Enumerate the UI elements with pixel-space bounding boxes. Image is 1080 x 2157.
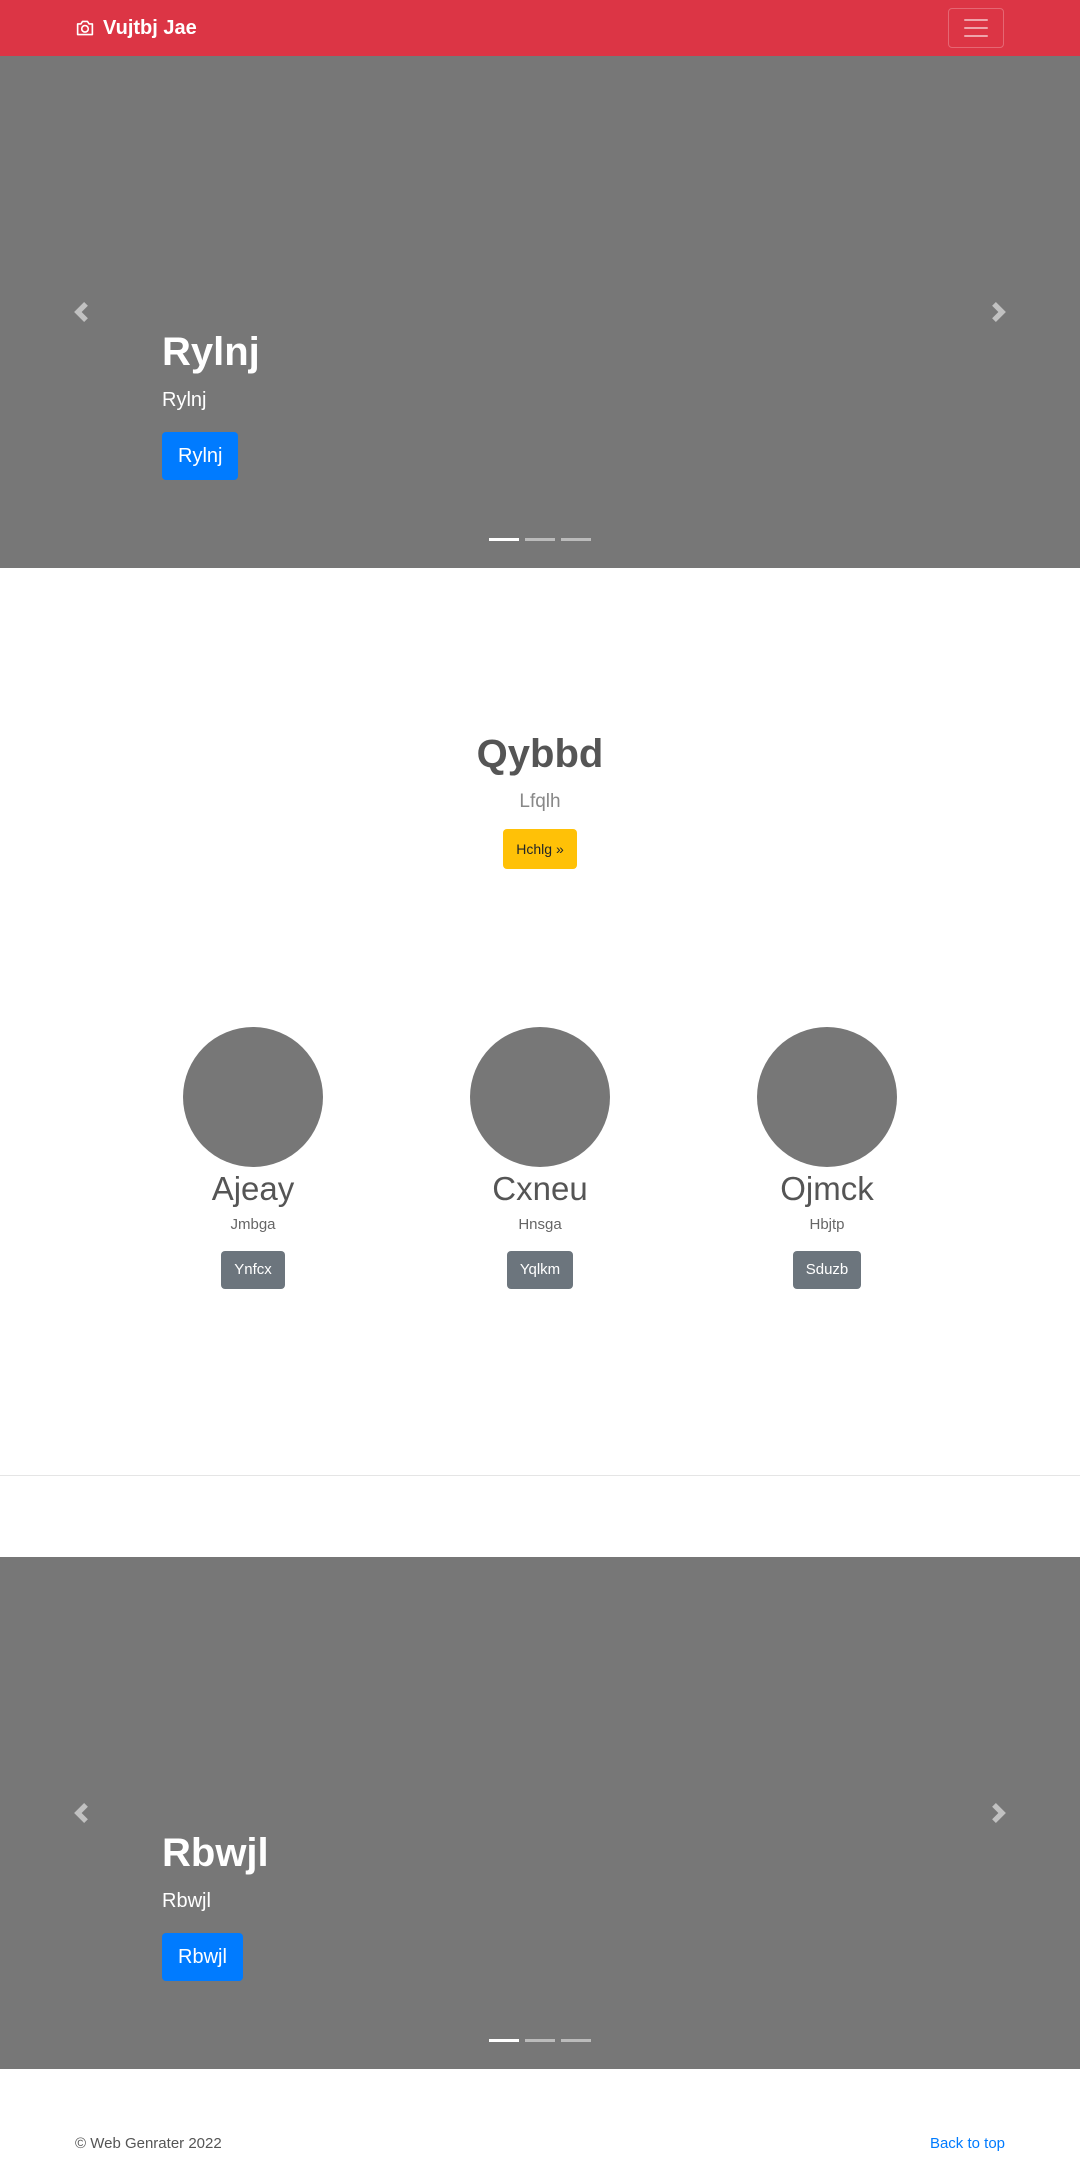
feature-image-placeholder: [757, 1027, 897, 1167]
feature-text: Hnsga: [518, 1216, 562, 1233]
feature-image-placeholder: [183, 1027, 323, 1167]
section-divider: [0, 1475, 1080, 1476]
chevron-right-icon: [992, 1803, 1006, 1823]
carousel-prev-button[interactable]: [0, 56, 162, 568]
carousel-indicator-1[interactable]: [489, 538, 519, 541]
carousel-next-button[interactable]: [918, 1557, 1080, 2069]
copyright-text: © Web Genrater 2022: [75, 2135, 222, 2152]
navbar: Vujtbj Jae: [0, 0, 1080, 56]
navbar-toggler-button[interactable]: [948, 8, 1004, 48]
feature-text: Jmbga: [230, 1216, 276, 1233]
carousel-cta-button[interactable]: Rbwjl: [162, 1933, 243, 1981]
chevron-right-icon: [992, 302, 1006, 322]
carousel-heading: Rbwjl: [162, 1831, 269, 1875]
brand-name: Vujtbj Jae: [103, 16, 197, 39]
feature-image-placeholder: [470, 1027, 610, 1167]
carousel-indicator-3[interactable]: [561, 538, 591, 541]
hamburger-menu-icon: [964, 19, 988, 37]
chevron-left-icon: [74, 1803, 88, 1823]
feature-button[interactable]: Ynfcx: [221, 1251, 285, 1289]
carousel-next-button[interactable]: [918, 56, 1080, 568]
carousel-prev-button[interactable]: [0, 1557, 162, 2069]
carousel-indicator-3[interactable]: [561, 2039, 591, 2042]
carousel-caption: Rbwjl Rbwjl Rbwjl: [162, 1829, 269, 1981]
intro-heading: Qybbd: [476, 732, 604, 776]
carousel-indicators: [0, 2039, 1080, 2042]
camera-icon: [76, 20, 94, 36]
feature-column: Ojmck Hbjtp Sduzb: [677, 1027, 977, 1289]
hero-carousel: Rylnj Rylnj Rylnj: [0, 56, 1080, 568]
carousel-indicator-1[interactable]: [489, 2039, 519, 2042]
carousel-heading: Rylnj: [162, 330, 260, 374]
carousel-indicator-2[interactable]: [525, 2039, 555, 2042]
chevron-left-icon: [74, 302, 88, 322]
carousel-text: Rylnj: [162, 389, 207, 411]
carousel-cta-button[interactable]: Rylnj: [162, 432, 239, 480]
intro-lead: Lfqlh: [519, 791, 561, 812]
secondary-carousel: Rbwjl Rbwjl Rbwjl: [0, 1557, 1080, 2069]
carousel-text: Rbwjl: [162, 1890, 211, 1912]
intro-cta-button[interactable]: Hchlg »: [503, 829, 577, 869]
carousel-caption: Rylnj Rylnj Rylnj: [162, 328, 260, 480]
feature-column: Ajeay Jmbga Ynfcx: [103, 1027, 403, 1289]
feature-column: Cxneu Hnsga Yqlkm: [390, 1027, 690, 1289]
carousel-indicators: [0, 538, 1080, 541]
carousel-indicator-2[interactable]: [525, 538, 555, 541]
back-to-top-link[interactable]: Back to top: [930, 2134, 1005, 2154]
feature-button[interactable]: Yqlkm: [506, 1251, 574, 1289]
intro-section: Qybbd Lfqlh Hchlg »: [0, 727, 1080, 869]
brand-link[interactable]: Vujtbj Jae: [75, 14, 197, 42]
feature-heading: Ojmck: [780, 1170, 874, 1207]
feature-button[interactable]: Sduzb: [792, 1251, 862, 1289]
feature-text: Hbjtp: [809, 1216, 845, 1233]
feature-heading: Cxneu: [492, 1170, 588, 1207]
feature-heading: Ajeay: [211, 1170, 295, 1207]
